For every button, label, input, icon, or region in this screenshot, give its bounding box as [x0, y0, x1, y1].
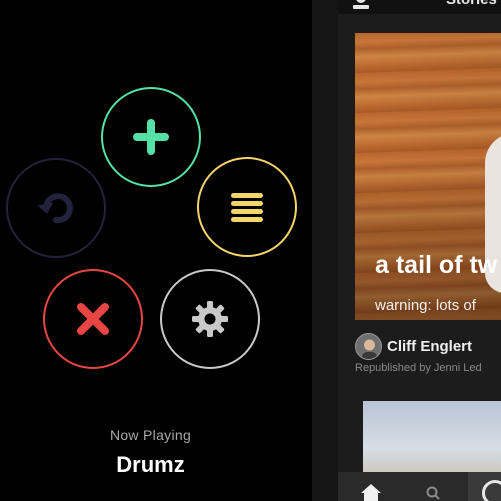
- tab-bar: [338, 472, 501, 501]
- list-button[interactable]: [197, 157, 297, 257]
- close-icon: [77, 303, 109, 335]
- panel-divider: [312, 0, 338, 501]
- close-button[interactable]: [43, 269, 143, 369]
- feed-panel: Stories a tail of tw warning: lots of ph…: [338, 0, 501, 501]
- add-button[interactable]: [101, 87, 201, 187]
- feed-topbar: Stories: [338, 0, 501, 14]
- story-title[interactable]: a tail of tw: [375, 251, 497, 280]
- undo-icon: [37, 193, 73, 224]
- story-subtitle-line2: photographs: [375, 316, 501, 320]
- home-icon[interactable]: [361, 484, 381, 501]
- list-icon: [231, 193, 263, 222]
- story-card-image-2[interactable]: [363, 401, 501, 481]
- profile-tab-icon[interactable]: [482, 480, 501, 501]
- feed-title: Stories: [446, 0, 497, 8]
- person-icon: [362, 339, 377, 359]
- profile-icon[interactable]: [352, 0, 370, 10]
- radial-menu-panel: Now Playing Drumz: [0, 0, 312, 501]
- story-subtitle-line1: warning: lots of: [375, 297, 476, 314]
- undo-button[interactable]: [6, 158, 106, 258]
- now-playing-label: Now Playing: [109, 427, 192, 443]
- author-avatar[interactable]: [355, 333, 382, 360]
- plus-icon: [133, 119, 169, 155]
- settings-button[interactable]: [160, 269, 260, 369]
- story-card-image[interactable]: a tail of tw warning: lots of photograph…: [355, 33, 501, 320]
- gear-icon: [192, 301, 228, 337]
- story-subtitle: warning: lots of photographs: [375, 295, 501, 320]
- search-icon[interactable]: [426, 486, 440, 500]
- republished-by: Republished by Jenni Led: [355, 362, 482, 374]
- author-name[interactable]: Cliff Englert: [387, 338, 472, 355]
- now-playing-title[interactable]: Drumz: [0, 452, 301, 478]
